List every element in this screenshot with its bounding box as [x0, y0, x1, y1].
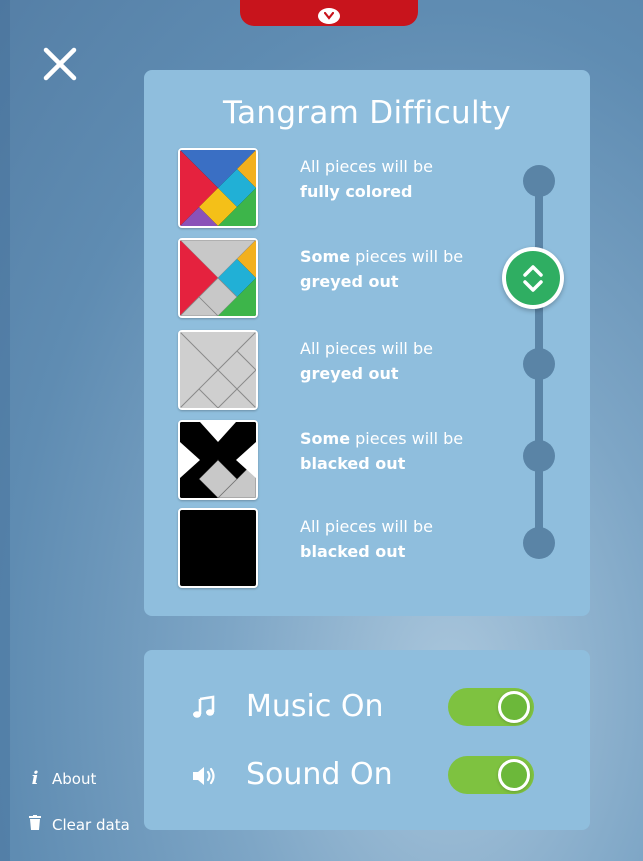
info-icon: i — [31, 768, 39, 789]
difficulty-option-some-blacked[interactable]: Some pieces will be blacked out — [178, 420, 478, 500]
slider-stop-3[interactable] — [523, 348, 555, 380]
difficulty-option-all-blacked[interactable]: All pieces will be blacked out — [178, 508, 478, 588]
music-toggle[interactable] — [448, 688, 534, 726]
option-description: All pieces will be greyed out — [300, 339, 433, 383]
tangram-grey-thumbnail — [178, 330, 258, 410]
option-description: Some pieces will be greyed out — [300, 247, 464, 291]
difficulty-option-all-greyed[interactable]: All pieces will be greyed out — [178, 330, 478, 410]
slider-stop-1[interactable] — [523, 165, 555, 197]
slider-stop-4[interactable] — [523, 440, 555, 472]
option-description: All pieces will be fully colored — [300, 157, 433, 201]
option-description: All pieces will be blacked out — [300, 517, 433, 561]
chevron-down-icon[interactable] — [318, 8, 340, 24]
speaker-icon — [192, 764, 216, 788]
toggle-thumb — [498, 691, 530, 723]
tangram-partial-black-thumbnail — [178, 420, 258, 500]
music-note-icon — [192, 695, 216, 719]
sound-toggle[interactable] — [448, 756, 534, 794]
trash-icon — [28, 815, 42, 834]
sound-settings-panel: Music On Sound On — [144, 650, 590, 830]
clear-data-link[interactable]: Clear data — [28, 815, 130, 834]
panel-title: Tangram Difficulty — [222, 95, 512, 131]
option-description: Some pieces will be blacked out — [300, 429, 464, 473]
difficulty-panel: Tangram Difficulty All pieces will be fu… — [144, 70, 590, 616]
toggle-thumb — [498, 759, 530, 791]
close-icon[interactable] — [40, 44, 80, 84]
difficulty-option-fully-colored[interactable]: All pieces will be fully colored — [178, 148, 478, 228]
slider-stop-5[interactable] — [523, 527, 555, 559]
tangram-colored-thumbnail — [178, 148, 258, 228]
about-label: About — [52, 769, 97, 788]
clear-data-label: Clear data — [52, 815, 130, 834]
about-link[interactable]: i About — [28, 768, 97, 789]
sound-label: Sound On — [246, 757, 393, 792]
difficulty-option-some-greyed[interactable]: Some pieces will be greyed out — [178, 238, 478, 318]
music-label: Music On — [246, 689, 384, 724]
top-pull-tab[interactable] — [240, 0, 418, 26]
tangram-partial-grey-thumbnail — [178, 238, 258, 318]
left-edge-shadow — [0, 0, 10, 861]
tangram-black-thumbnail — [178, 508, 258, 588]
